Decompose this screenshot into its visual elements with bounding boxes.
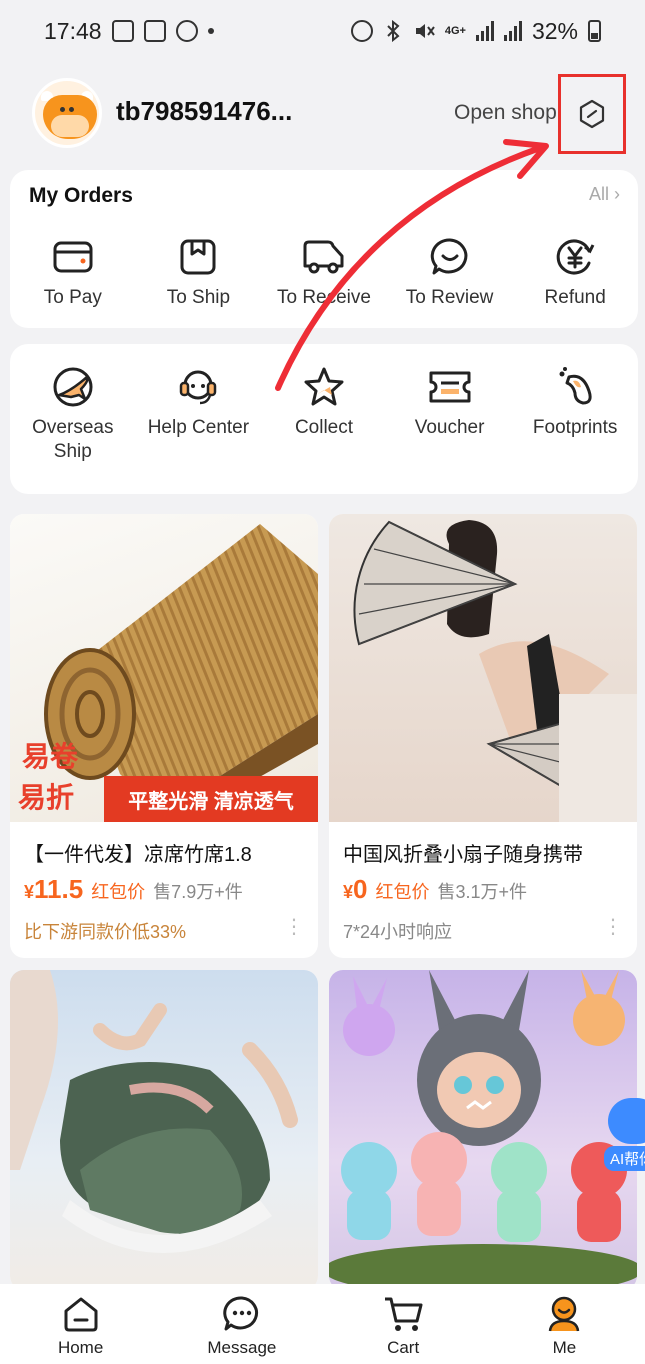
order-to-receive[interactable]: To Receive xyxy=(261,234,387,310)
order-refund[interactable]: Refund xyxy=(512,234,638,310)
notification-dot-icon xyxy=(207,28,214,34)
yen-refund-icon xyxy=(552,234,598,280)
nav-home[interactable]: Home xyxy=(0,1284,161,1364)
nav-me[interactable]: Me xyxy=(484,1284,645,1364)
my-orders-title: My Orders xyxy=(29,184,133,207)
ai-assistant-icon xyxy=(608,1098,645,1144)
price-row: ¥11.5 红包价 售7.9万+件 xyxy=(24,874,243,905)
settings-button[interactable] xyxy=(558,74,626,154)
truck-icon xyxy=(301,234,347,280)
message-icon xyxy=(222,1294,262,1334)
price-tag: 红包价 xyxy=(375,882,430,902)
product-card[interactable] xyxy=(10,970,318,1290)
headset-icon xyxy=(175,364,221,410)
mute-icon xyxy=(415,24,435,38)
overseas-ship[interactable]: Overseas Ship xyxy=(10,364,136,464)
alarm-icon xyxy=(350,20,373,42)
status-time: 17:48 xyxy=(44,17,102,44)
image-badge-bottom: 易折 xyxy=(18,782,75,813)
bluetooth-icon xyxy=(387,20,400,42)
hexagon-settings-icon xyxy=(579,99,605,129)
me-icon xyxy=(544,1294,584,1334)
product-card[interactable]: 易卷 易折 平整光滑 清凉透气 【一件代发】凉席竹席1.8 ¥11.5 红包价 … xyxy=(10,514,318,958)
ai-help-label: AI帮你 xyxy=(604,1146,645,1171)
more-options-icon[interactable]: ⋮ xyxy=(284,917,304,937)
battery-percent: 32% xyxy=(531,17,578,44)
ticket-icon xyxy=(427,364,473,410)
home-icon xyxy=(61,1294,101,1334)
package-icon xyxy=(175,234,221,280)
order-to-pay[interactable]: To Pay xyxy=(10,234,136,310)
product-title: 【一件代发】凉席竹席1.8 xyxy=(24,844,252,866)
footprints[interactable]: Footprints xyxy=(512,364,638,464)
chat-smile-icon xyxy=(427,234,473,280)
username[interactable]: tb798591476... xyxy=(116,96,292,127)
battery-icon xyxy=(588,20,601,42)
nav-message[interactable]: Message xyxy=(161,1284,322,1364)
product-card[interactable]: 中国风折叠小扇子随身携带 ¥0 红包价 售3.1万+件 7*24小时响应 ⋮ xyxy=(329,514,637,958)
screen-record-icon xyxy=(143,20,166,42)
avatar[interactable] xyxy=(32,78,102,148)
price-row: ¥0 红包价 售3.1万+件 xyxy=(343,874,527,905)
signal-2-icon xyxy=(503,21,522,41)
open-shop-link[interactable]: Open shop xyxy=(454,101,557,125)
screenshot-icon xyxy=(111,20,134,42)
order-to-ship[interactable]: To Ship xyxy=(136,234,262,310)
price-tag: 红包价 xyxy=(91,882,146,902)
plane-icon xyxy=(50,364,96,410)
nav-cart[interactable]: Cart xyxy=(323,1284,484,1364)
orders-all-link[interactable]: All › xyxy=(589,184,620,205)
voucher[interactable]: Voucher xyxy=(387,364,513,464)
status-bar: 17:48 4G+ 32% xyxy=(0,0,645,62)
more-options-icon[interactable]: ⋮ xyxy=(603,917,623,937)
product-image-bamboo-mat: 易卷 易折 平整光滑 清凉透气 xyxy=(10,514,318,822)
profile-header: tb798591476... Open shop xyxy=(0,70,645,160)
star-icon xyxy=(301,364,347,410)
image-badge-top: 易卷 xyxy=(22,741,79,772)
image-slogan-strip: 平整光滑 清凉透气 xyxy=(104,776,318,822)
product-note: 比下游同款价低33% xyxy=(24,922,187,942)
product-card[interactable] xyxy=(329,970,637,1290)
cart-icon xyxy=(383,1294,423,1334)
product-price: ¥0 xyxy=(343,874,368,904)
sold-count: 售3.1万+件 xyxy=(437,882,528,902)
sold-count: 售7.9万+件 xyxy=(153,882,243,902)
help-center[interactable]: Help Center xyxy=(136,364,262,464)
product-note: 7*24小时响应 xyxy=(343,922,453,942)
product-price: ¥11.5 xyxy=(24,874,84,904)
whatsapp-icon xyxy=(175,20,198,42)
wallet-icon xyxy=(50,234,96,280)
product-image-labubu-toys xyxy=(329,970,637,1290)
my-orders-card: My Orders All › To Pay To Ship To Receiv… xyxy=(10,170,638,328)
footprint-icon xyxy=(552,364,598,410)
product-image-folding-fan xyxy=(329,514,637,822)
network-type: 4G+ xyxy=(444,24,466,37)
signal-icon xyxy=(475,21,494,41)
product-image-knit-shoes xyxy=(10,970,318,1290)
order-to-review[interactable]: To Review xyxy=(387,234,513,310)
product-title: 中国风折叠小扇子随身携带 xyxy=(343,844,583,866)
bottom-nav: Home Message Cart Me xyxy=(0,1284,645,1364)
ai-help-float-button[interactable]: AI帮你 xyxy=(604,1098,645,1174)
collect[interactable]: Collect xyxy=(261,364,387,464)
tools-card: Overseas Ship Help Center Collect Voucher… xyxy=(10,344,638,494)
